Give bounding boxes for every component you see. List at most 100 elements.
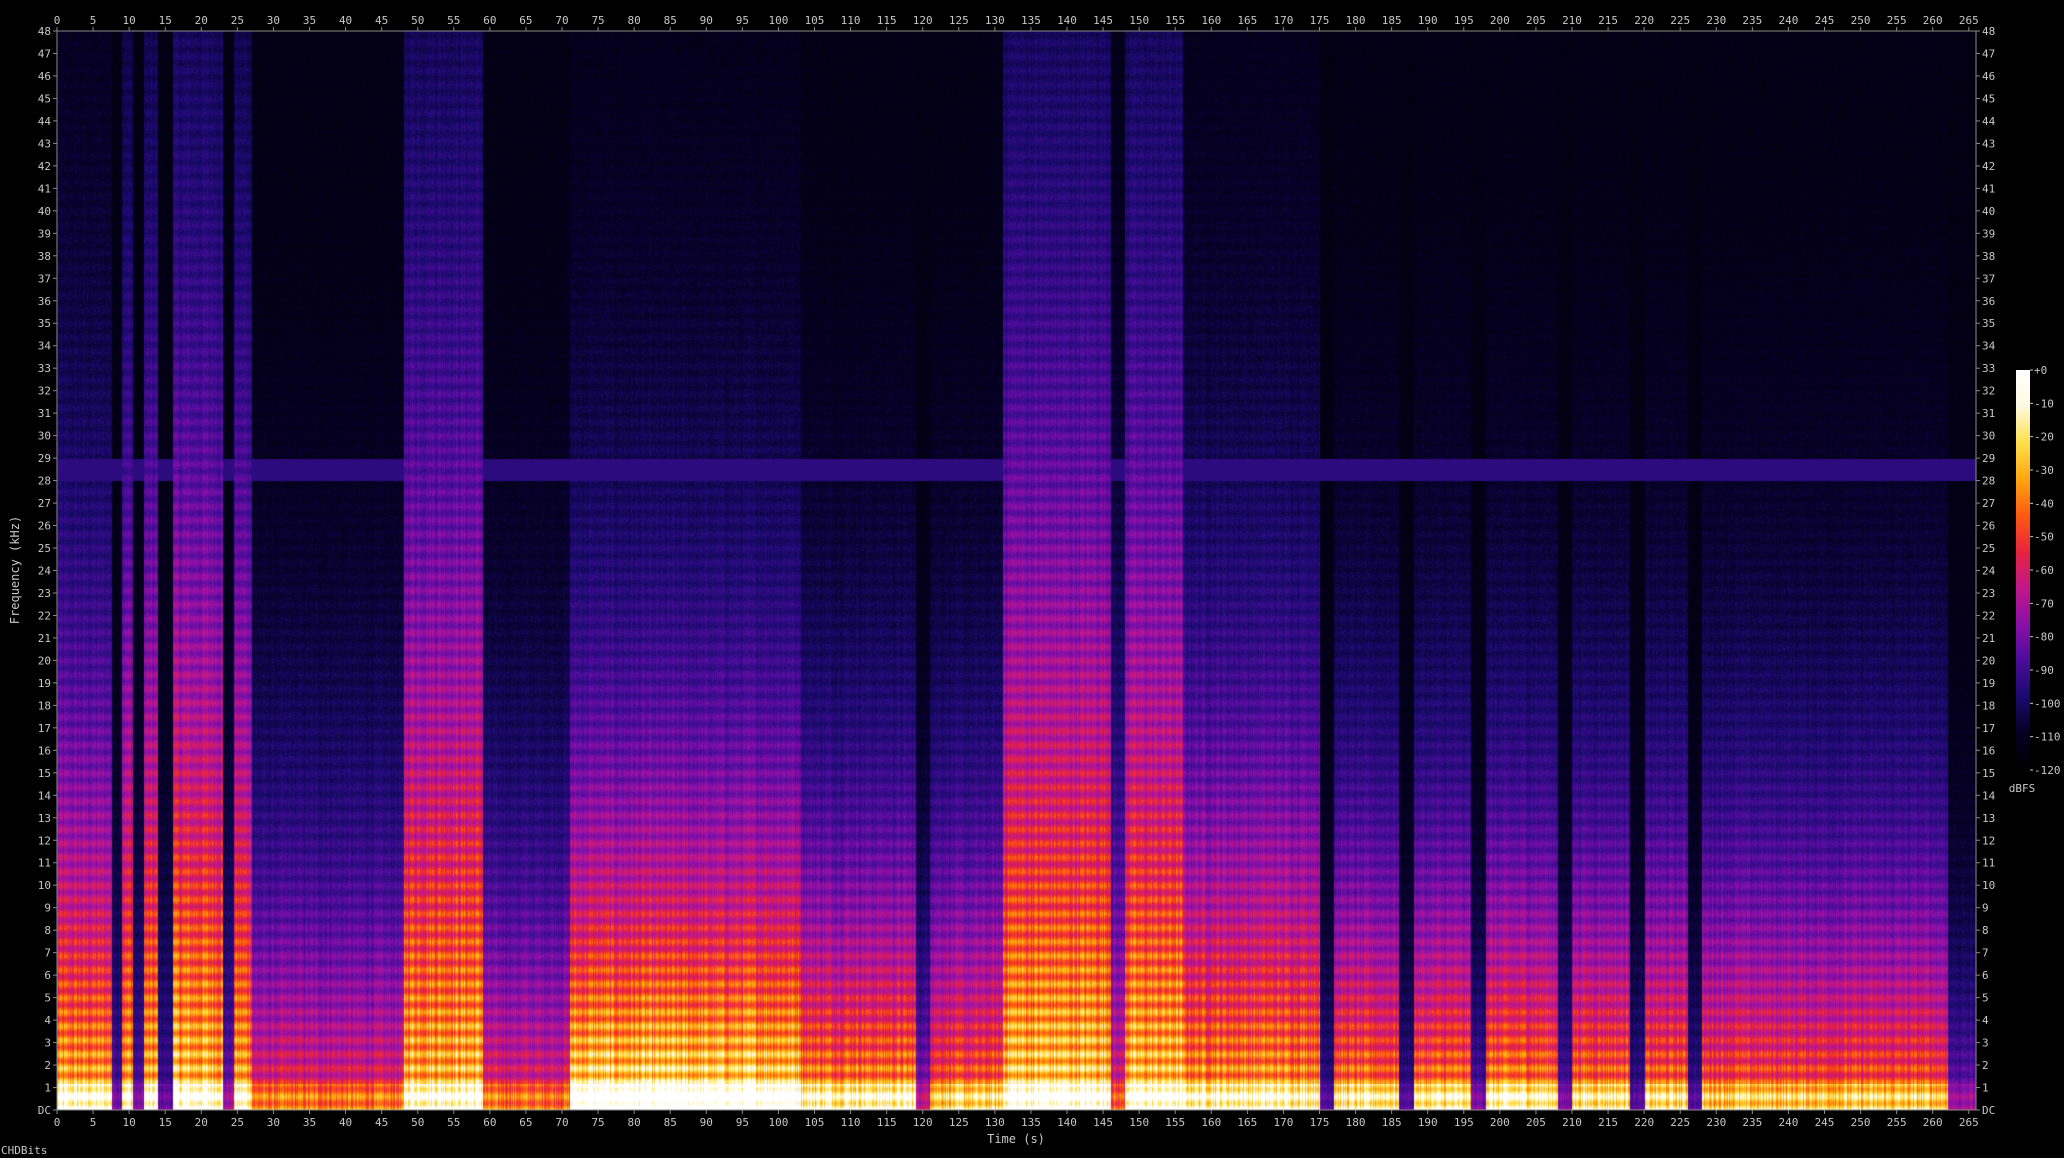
x-tick-label-top: 265 <box>1959 14 1979 27</box>
x-tick-label-bottom: 100 <box>768 1116 788 1129</box>
y-tick-label-right: 13 <box>1982 812 1995 825</box>
y-tick-label-left: 44 <box>38 115 52 128</box>
y-tick-label-left: 42 <box>38 160 51 173</box>
x-tick-label-top: 10 <box>123 14 136 27</box>
y-tick-label-left: 22 <box>38 609 51 622</box>
y-tick-label-left: 47 <box>38 47 51 60</box>
x-tick-label-top: 240 <box>1778 14 1798 27</box>
x-tick-label-top: 255 <box>1887 14 1907 27</box>
y-tick-label-left: 18 <box>38 699 51 712</box>
x-tick-label-bottom: 110 <box>841 1116 861 1129</box>
x-tick-label-bottom: 225 <box>1670 1116 1690 1129</box>
y-tick-label-left: 39 <box>38 227 51 240</box>
x-tick-label-bottom: 35 <box>303 1116 316 1129</box>
x-tick-label-bottom: 235 <box>1742 1116 1762 1129</box>
x-tick-label-bottom: 265 <box>1959 1116 1979 1129</box>
y-tick-label-left: 45 <box>38 92 51 105</box>
y-tick-label-right: 35 <box>1982 317 1995 330</box>
y-tick-label-left: 9 <box>44 902 51 915</box>
y-tick-label-left: 20 <box>38 654 51 667</box>
y-tick-label-left: 27 <box>38 497 51 510</box>
y-tick-label-left: 5 <box>44 992 51 1005</box>
y-tick-label-right: 5 <box>1982 992 1989 1005</box>
y-tick-label-right: 32 <box>1982 385 1995 398</box>
y-tick-label-left: 4 <box>44 1014 51 1027</box>
x-tick-label-bottom: 160 <box>1201 1116 1221 1129</box>
y-tick-label-right: 42 <box>1982 160 1995 173</box>
y-tick-label-right: 30 <box>1982 430 1995 443</box>
x-tick-label-top: 165 <box>1237 14 1257 27</box>
colorbar <box>2016 370 2030 770</box>
y-tick-label-left: 43 <box>38 137 51 150</box>
y-tick-label-left: 11 <box>38 857 51 870</box>
x-tick-label-bottom: 70 <box>555 1116 568 1129</box>
x-tick-label-top: 220 <box>1634 14 1654 27</box>
x-tick-label-bottom: 25 <box>231 1116 244 1129</box>
y-tick-label-left: 26 <box>38 520 51 533</box>
x-tick-label-top: 160 <box>1201 14 1221 27</box>
colorbar-tick-label: -100 <box>2034 697 2061 710</box>
x-tick-label-bottom: 150 <box>1129 1116 1149 1129</box>
x-tick-label-bottom: 0 <box>54 1116 61 1129</box>
x-tick-label-top: 50 <box>411 14 424 27</box>
y-tick-label-left: 40 <box>38 205 51 218</box>
x-tick-label-top: 55 <box>447 14 460 27</box>
y-tick-label-left: 31 <box>38 407 51 420</box>
x-tick-label-bottom: 140 <box>1057 1116 1077 1129</box>
y-tick-label-right: 27 <box>1982 497 1995 510</box>
spectrogram-chart: 0 5 10 15 20 25 30 35 40 45 50 55 60 65 70 75 80 85 90 95 10… <box>8 14 2061 1146</box>
y-tick-label-right: 18 <box>1982 699 1995 712</box>
y-tick-label-left: 35 <box>38 317 51 330</box>
y-tick-label-right: 36 <box>1982 295 1995 308</box>
y-tick-label-left: 19 <box>38 677 51 690</box>
y-tick-label-right: 9 <box>1982 902 1989 915</box>
x-tick-label-top: 140 <box>1057 14 1077 27</box>
x-tick-label-bottom: 190 <box>1418 1116 1438 1129</box>
x-axis-bottom: 0 5 10 15 20 25 30 35 40 45 50 55 60 65 70 75 80 85 90 95 10… <box>54 1110 1979 1129</box>
x-tick-label-top: 35 <box>303 14 316 27</box>
x-tick-label-bottom: 20 <box>195 1116 208 1129</box>
y-tick-label-left: 17 <box>38 722 51 735</box>
x-tick-label-bottom: 115 <box>877 1116 897 1129</box>
x-tick-label-bottom: 260 <box>1923 1116 1943 1129</box>
x-tick-label-top: 90 <box>700 14 713 27</box>
y-tick-label-right: 17 <box>1982 722 1995 735</box>
x-tick-label-top: 75 <box>591 14 604 27</box>
y-tick-label-right: 11 <box>1982 857 1995 870</box>
y-tick-label-left: 14 <box>38 789 52 802</box>
y-tick-label-right: 3 <box>1982 1037 1989 1050</box>
x-tick-label-top: 145 <box>1093 14 1113 27</box>
y-tick-label-left: 7 <box>44 947 51 960</box>
x-tick-label-bottom: 90 <box>700 1116 713 1129</box>
x-tick-label-bottom: 250 <box>1851 1116 1871 1129</box>
y-tick-label-left: 23 <box>38 587 51 600</box>
y-tick-label-left: 2 <box>44 1059 51 1072</box>
y-tick-label-left: 34 <box>38 340 52 353</box>
x-tick-label-bottom: 10 <box>123 1116 136 1129</box>
colorbar-tick-label: -30 <box>2034 464 2054 477</box>
y-tick-label-right: 45 <box>1982 92 1995 105</box>
x-tick-label-top: 105 <box>805 14 825 27</box>
y-tick-label-right: 23 <box>1982 587 1995 600</box>
y-tick-label-left: 1 <box>44 1082 51 1095</box>
x-tick-label-bottom: 135 <box>1021 1116 1041 1129</box>
y-axis-left: DC12345678910111213141516171819202122232… <box>38 25 57 1117</box>
y-tick-label-left: 13 <box>38 812 51 825</box>
y-tick-label-right: 2 <box>1982 1059 1989 1072</box>
colorbar-tick-label: -90 <box>2034 664 2054 677</box>
y-tick-label-left: 16 <box>38 744 51 757</box>
x-tick-label-top: 65 <box>519 14 532 27</box>
x-tick-label-bottom: 50 <box>411 1116 424 1129</box>
y-tick-label-right: 14 <box>1982 789 1996 802</box>
x-axis-label: Time (s) <box>987 1132 1045 1146</box>
y-tick-label-left: 48 <box>38 25 51 38</box>
x-tick-label-top: 230 <box>1706 14 1726 27</box>
colorbar-tick-label: -120 <box>2034 764 2061 777</box>
x-tick-label-bottom: 55 <box>447 1116 460 1129</box>
y-axis-right: DC12345678910111213141516171819202122232… <box>1976 25 1996 1117</box>
credit-watermark: CHDBits <box>1 1144 48 1157</box>
x-tick-label-top: 200 <box>1490 14 1510 27</box>
x-tick-label-top: 80 <box>628 14 641 27</box>
colorbar-tick-label: -60 <box>2034 564 2054 577</box>
x-tick-label-bottom: 180 <box>1346 1116 1366 1129</box>
